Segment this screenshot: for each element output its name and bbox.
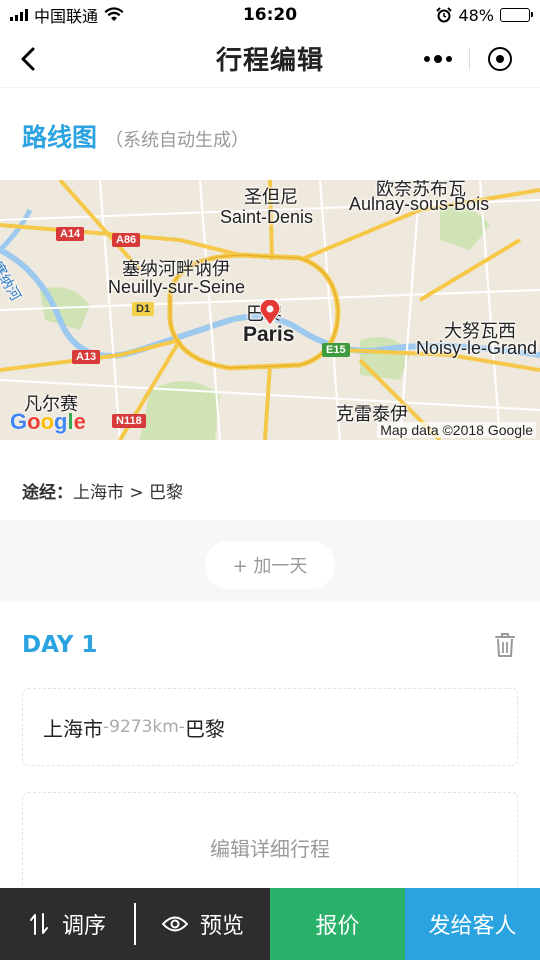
target-icon <box>487 47 512 71</box>
map-label-noisy: Noisy-le-Grand <box>416 338 538 358</box>
road-shield-d1: D1 <box>132 302 155 316</box>
route-note: （系统自动生成） <box>105 130 250 151</box>
close-mini-program-button[interactable] <box>470 40 531 78</box>
nav-bar: 行程编辑 <box>0 30 540 88</box>
route-from: 上海市 <box>43 716 103 741</box>
google-logo: Google <box>10 409 86 434</box>
alarm-icon <box>436 7 453 23</box>
send-to-guest-button[interactable]: 发给客人 <box>405 888 540 960</box>
map-pin-icon <box>259 300 281 326</box>
eye-icon <box>161 916 188 932</box>
map-label-saint-denis: Saint-Denis <box>220 207 314 227</box>
road-shield-a13: A13 <box>72 350 101 364</box>
wifi-icon <box>104 7 124 21</box>
edit-itinerary-label: 编辑详细行程 <box>210 836 330 861</box>
more-button[interactable] <box>408 40 469 78</box>
map-label-neuilly: Neuilly-sur-Seine <box>108 277 246 297</box>
trash-icon[interactable] <box>494 632 516 658</box>
route-distance: -9273km- <box>103 717 185 737</box>
battery-icon <box>500 8 533 22</box>
preview-button[interactable]: 预览 <box>136 888 270 960</box>
edit-itinerary-card[interactable]: 编辑详细行程 <box>22 792 518 902</box>
quote-button[interactable]: 报价 <box>270 888 405 960</box>
via-label: 途经： <box>22 483 73 503</box>
map-attribution: Map data ©2018 Google <box>377 422 536 438</box>
sort-button[interactable]: 调序 <box>0 888 134 960</box>
day-title: DAY 1 <box>22 632 98 658</box>
carrier-label: 中国联通 <box>34 7 99 26</box>
bottom-action-bar: 调序 预览 报价 发给客人 <box>0 888 540 960</box>
sort-icon <box>29 913 48 935</box>
status-left: 中国联通 <box>10 3 124 27</box>
sort-label: 调序 <box>61 914 106 939</box>
route-heading: 路线图 （系统自动生成） <box>22 118 249 154</box>
mini-program-capsule <box>408 40 530 78</box>
preview-label: 预览 <box>199 914 244 939</box>
add-day-button[interactable]: + 加一天 <box>205 541 335 589</box>
more-dots-icon <box>424 54 453 63</box>
signal-icon <box>10 9 28 21</box>
map-label-paris: Paris <box>243 323 295 346</box>
chevron-left-icon[interactable] <box>14 44 44 74</box>
road-shield-a14: A14 <box>56 227 85 241</box>
route-to: 巴黎 <box>184 716 225 741</box>
status-bar: 中国联通 16:20 48% <box>0 0 540 30</box>
map-label-saint-denis-cn: 圣但尼 <box>244 187 298 207</box>
via-row: 途经：上海市 > 巴黎 <box>22 478 183 503</box>
route-map[interactable]: 圣但尼 Saint-Denis 欧奈苏布瓦 Aulnay-sous-Bois 塞… <box>0 180 540 440</box>
battery-percent: 48% <box>458 5 494 25</box>
route-title: 路线图 <box>22 123 98 152</box>
status-right: 48% <box>436 5 533 25</box>
road-shield-e15: E15 <box>322 343 350 357</box>
bottom-left-group: 调序 预览 <box>0 888 270 960</box>
road-shield-a86: A86 <box>112 233 141 247</box>
road-shield-n118: N118 <box>112 414 146 428</box>
map-label-aulnay: Aulnay-sous-Bois <box>349 194 490 214</box>
page-title: 行程编辑 <box>215 46 324 76</box>
via-path: 上海市 > 巴黎 <box>73 483 184 503</box>
day-route-card[interactable]: 上海市 -9273km- 巴黎 <box>22 688 518 766</box>
